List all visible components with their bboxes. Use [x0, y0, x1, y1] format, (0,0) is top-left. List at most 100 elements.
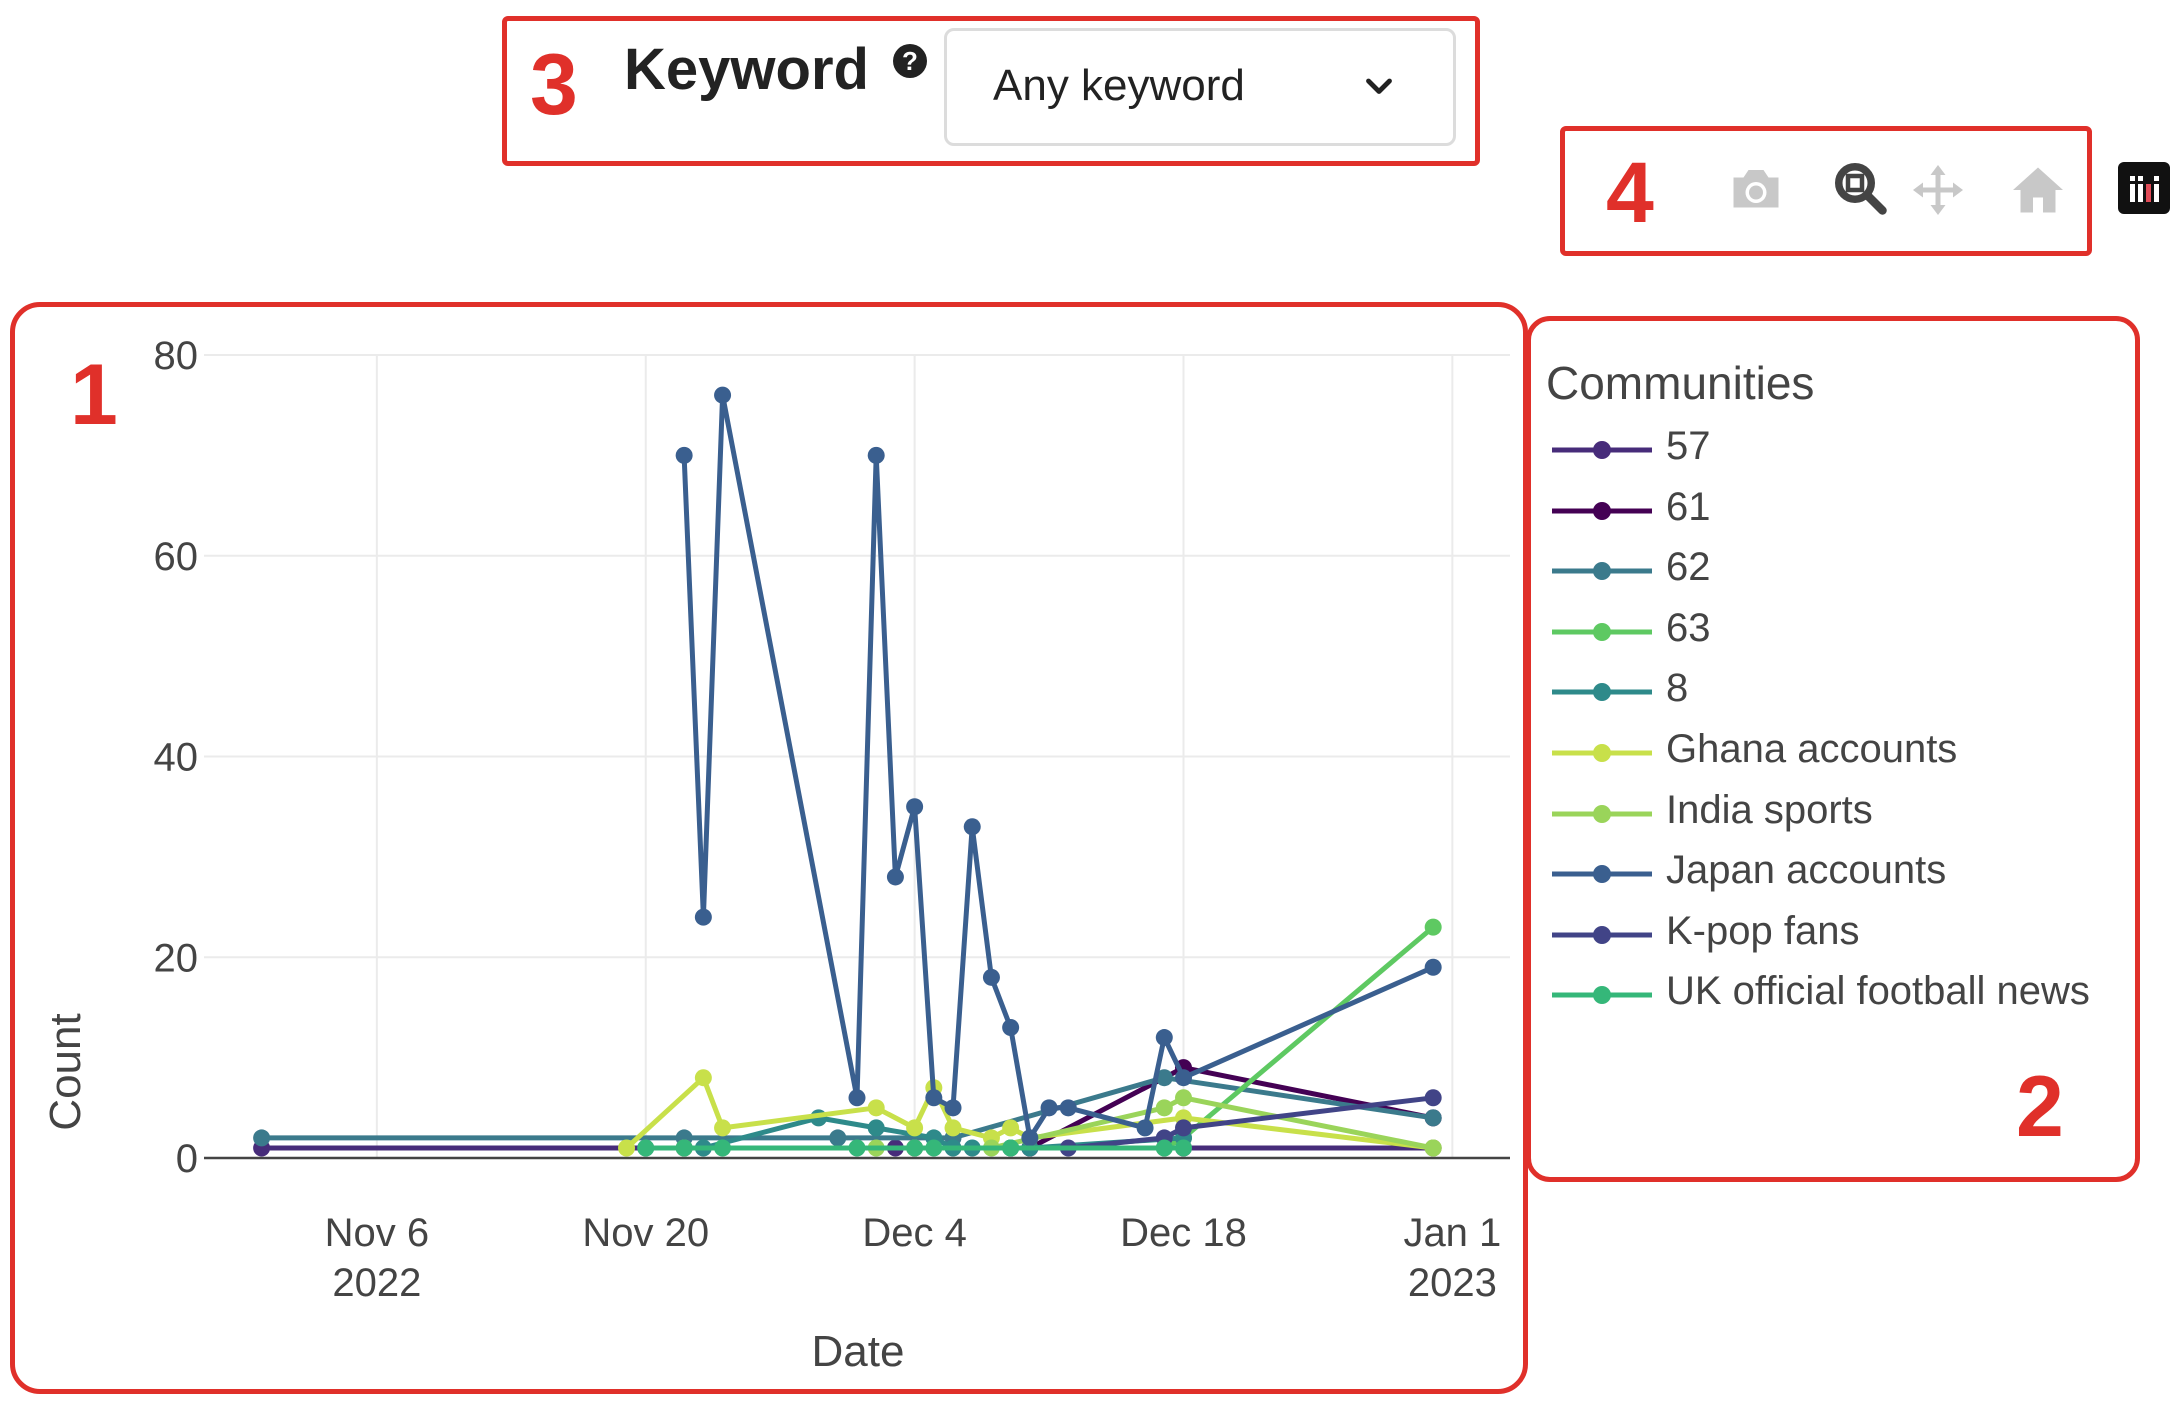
x-axis-title: Date: [812, 1327, 905, 1376]
x-tick-year-label: 2022: [332, 1261, 421, 1305]
data-point[interactable]: [848, 1139, 866, 1157]
data-point[interactable]: [637, 1139, 655, 1157]
data-point[interactable]: [618, 1139, 636, 1157]
x-tick-label: Nov 20: [582, 1211, 709, 1255]
legend-swatch: [1552, 683, 1652, 702]
legend-swatch: [1552, 743, 1652, 762]
data-point[interactable]: [675, 1139, 693, 1157]
data-point[interactable]: [906, 798, 924, 816]
keyword-dropdown-value: Any keyword: [993, 61, 1245, 110]
data-point[interactable]: [1424, 1089, 1442, 1107]
data-point[interactable]: [694, 908, 712, 926]
callout-number-4: 4: [1606, 145, 1654, 241]
data-point[interactable]: [253, 1129, 271, 1147]
legend-swatch: [1552, 986, 1652, 1005]
zoom-icon[interactable]: [1830, 158, 1890, 218]
legend-swatch: [1552, 562, 1652, 581]
legend-label: UK official football news: [1666, 969, 2090, 1014]
legend-label: 61: [1666, 484, 1711, 529]
x-tick-label: Dec 4: [862, 1211, 967, 1255]
home-icon[interactable]: [2008, 160, 2068, 220]
data-point[interactable]: [848, 1089, 866, 1107]
legend-swatch: [1552, 865, 1652, 884]
data-point[interactable]: [1424, 958, 1442, 976]
legend-swatch: [1552, 622, 1652, 641]
data-point[interactable]: [1002, 1019, 1020, 1037]
keyword-dropdown[interactable]: Any keyword: [944, 28, 1456, 146]
callout-number-2: 2: [2016, 1059, 2064, 1155]
series-layer: [253, 386, 1442, 1157]
data-point[interactable]: [925, 1139, 943, 1157]
data-point[interactable]: [1175, 1139, 1192, 1157]
axes: 0 20 40 60 80 Nov 6 2022 Nov 20 Dec 4 Dec 18 Jan 1…: [154, 334, 1510, 1305]
data-point[interactable]: [1021, 1129, 1039, 1147]
legend-title: Communities: [1546, 357, 1815, 409]
help-icon[interactable]: ?: [893, 44, 927, 78]
data-point[interactable]: [906, 1139, 924, 1157]
chevron-down-icon: [1366, 78, 1392, 94]
data-point[interactable]: [1424, 1109, 1442, 1127]
data-point[interactable]: [1155, 1139, 1173, 1157]
data-point[interactable]: [982, 968, 1000, 986]
data-point[interactable]: [906, 1119, 924, 1137]
data-point[interactable]: [1175, 1119, 1192, 1137]
data-point[interactable]: [867, 446, 885, 464]
data-point[interactable]: [829, 1129, 847, 1147]
y-tick-label: 0: [176, 1137, 198, 1181]
y-tick-label: 60: [154, 535, 199, 579]
data-point[interactable]: [944, 1099, 962, 1117]
data-point[interactable]: [1155, 1029, 1173, 1047]
legend-label: Japan accounts: [1666, 848, 1947, 893]
legend-label: K-pop fans: [1666, 908, 1860, 953]
callout-number-3: 3: [530, 37, 578, 133]
plotly-bars-icon: [2130, 176, 2159, 202]
data-point[interactable]: [886, 868, 904, 886]
data-point[interactable]: [1059, 1099, 1077, 1117]
line-chart[interactable]: 0 20 40 60 80 Nov 6 2022 Nov 20 Dec 4 Dec 18 Jan 1…: [0, 300, 1520, 1400]
legend-label: 63: [1666, 605, 1711, 650]
pan-icon[interactable]: [1908, 160, 1968, 220]
data-point[interactable]: [714, 1119, 732, 1137]
data-point[interactable]: [1175, 1089, 1192, 1107]
data-point[interactable]: [714, 386, 732, 404]
camera-icon[interactable]: [1726, 160, 1786, 220]
series-line: [681, 392, 1435, 1141]
data-point[interactable]: [694, 1069, 712, 1087]
x-tick-label: Nov 6: [325, 1211, 430, 1255]
data-point[interactable]: [1424, 1139, 1442, 1157]
data-point[interactable]: [1040, 1099, 1058, 1117]
plotly-logo-icon[interactable]: [2118, 162, 2170, 214]
legend-swatch: [1552, 501, 1652, 520]
series-japan-accounts: [675, 386, 1442, 1147]
y-tick-label: 80: [154, 334, 199, 378]
legend-label: Ghana accounts: [1666, 726, 1958, 771]
series-line: [1010, 925, 1435, 1151]
legend-swatch: [1552, 925, 1652, 944]
x-tick-label: Dec 18: [1120, 1211, 1247, 1255]
y-tick-label: 20: [154, 936, 199, 980]
data-point[interactable]: [1002, 1119, 1020, 1137]
y-axis-title: Count: [41, 1013, 90, 1130]
series-62: [253, 1069, 1442, 1147]
legend-label: 62: [1666, 545, 1711, 590]
data-point[interactable]: [925, 1089, 943, 1107]
data-point[interactable]: [963, 818, 981, 836]
legend-swatch: [1552, 441, 1652, 459]
data-point[interactable]: [1002, 1139, 1020, 1157]
legend-label: 57: [1666, 424, 1711, 468]
data-point[interactable]: [1155, 1099, 1173, 1117]
x-tick-label: Jan 1: [1403, 1211, 1501, 1255]
data-point[interactable]: [867, 1119, 885, 1137]
data-point[interactable]: [675, 446, 693, 464]
data-point[interactable]: [714, 1139, 732, 1157]
data-point[interactable]: [1175, 1069, 1192, 1087]
legend-label: 8: [1666, 666, 1689, 711]
keyword-label: Keyword: [624, 37, 869, 102]
legend-label: India sports: [1666, 787, 1873, 832]
data-point[interactable]: [867, 1099, 885, 1117]
x-tick-year-label: 2023: [1408, 1261, 1497, 1305]
data-point[interactable]: [1136, 1119, 1154, 1137]
data-point[interactable]: [944, 1119, 962, 1137]
data-point[interactable]: [1424, 918, 1442, 936]
y-tick-label: 40: [154, 736, 199, 780]
